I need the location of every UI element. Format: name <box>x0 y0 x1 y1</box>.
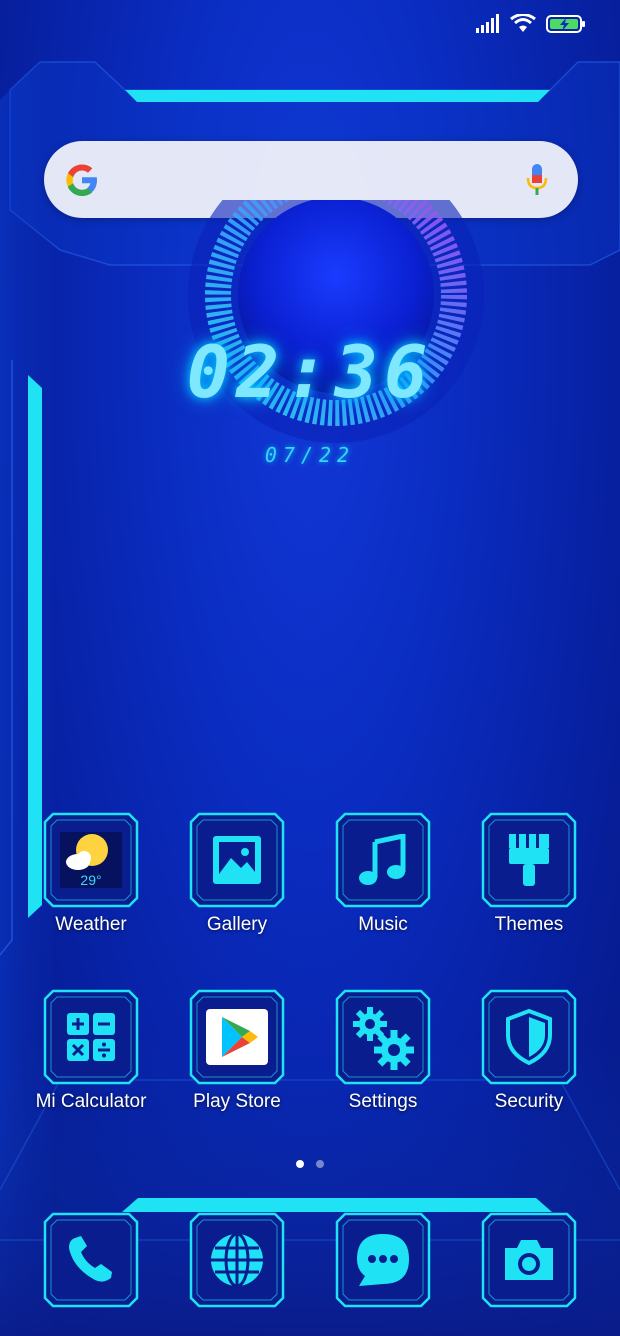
app-security[interactable]: Security <box>456 989 602 1113</box>
app-label: Security <box>494 1091 564 1112</box>
app-label: Weather <box>55 914 127 935</box>
play-store-icon <box>206 1009 268 1065</box>
signal-icon <box>476 14 499 33</box>
app-label: Music <box>358 914 408 935</box>
chat-bubble-icon <box>357 1234 409 1286</box>
calculator-icon <box>67 1013 115 1061</box>
globe-icon <box>211 1232 263 1288</box>
app-label: Play Store <box>193 1091 281 1112</box>
app-label: Mi Calculator <box>35 1091 147 1112</box>
weather-temp: 29° <box>80 872 102 888</box>
app-gallery[interactable]: Gallery <box>164 812 310 936</box>
shield-icon <box>506 1009 552 1065</box>
clock-time[interactable]: 02:36 <box>150 330 470 414</box>
battery-charging-icon <box>546 15 585 33</box>
gallery-icon <box>213 836 261 884</box>
page-indicator[interactable] <box>0 1160 620 1168</box>
app-label: Themes <box>494 914 564 935</box>
app-label: Gallery <box>206 914 268 935</box>
weather-icon: 29° <box>60 832 122 888</box>
gears-icon <box>353 1007 414 1070</box>
dock-browser[interactable] <box>164 1212 310 1308</box>
microphone-icon[interactable] <box>526 163 548 197</box>
dock-camera[interactable] <box>456 1212 602 1308</box>
clock-date[interactable]: 07/22 <box>210 443 410 467</box>
app-mi-calculator[interactable]: Mi Calculator <box>18 989 164 1113</box>
app-music[interactable]: Music <box>310 812 456 936</box>
paintbrush-icon <box>509 834 549 886</box>
search-input[interactable] <box>114 159 512 200</box>
app-weather[interactable]: 29° Weather <box>18 812 164 936</box>
phone-icon <box>69 1236 112 1282</box>
app-settings[interactable]: Settings <box>310 989 456 1113</box>
camera-icon <box>505 1240 553 1280</box>
page-dot-active[interactable] <box>296 1160 304 1168</box>
app-themes[interactable]: Themes <box>456 812 602 936</box>
app-label: Settings <box>348 1091 418 1112</box>
page-dot[interactable] <box>316 1160 324 1168</box>
dock-phone[interactable] <box>18 1212 164 1308</box>
google-g-icon[interactable] <box>64 162 100 198</box>
dock-messaging[interactable] <box>310 1212 456 1308</box>
status-bar <box>476 14 586 34</box>
wifi-icon <box>510 14 536 32</box>
app-play-store[interactable]: Play Store <box>164 989 310 1113</box>
music-note-icon <box>359 834 406 885</box>
